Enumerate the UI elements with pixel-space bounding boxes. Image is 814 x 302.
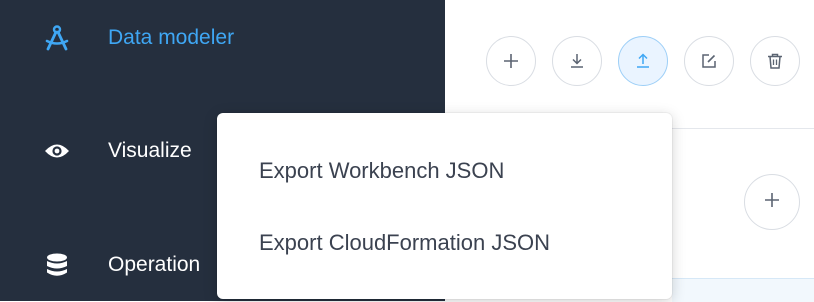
delete-button[interactable]	[750, 36, 800, 86]
menu-item-export-cloudformation-json[interactable]: Export CloudFormation JSON	[217, 215, 672, 271]
sidebar-item-data-modeler[interactable]: Data modeler	[0, 8, 445, 68]
menu-item-label: Export Workbench JSON	[259, 158, 505, 183]
toolbar	[445, 0, 814, 129]
export-button[interactable]	[618, 36, 668, 86]
sidebar-item-label: Data modeler	[108, 26, 235, 49]
import-button[interactable]	[552, 36, 602, 86]
sidebar-item-label: Visualize	[108, 139, 192, 162]
sidebar-item-label: Operation	[108, 253, 201, 276]
plus-icon	[763, 191, 781, 214]
plus-icon	[502, 52, 520, 70]
menu-item-export-workbench-json[interactable]: Export Workbench JSON	[217, 143, 672, 199]
database-icon	[44, 252, 70, 278]
compass-icon	[44, 25, 70, 51]
export-dropdown-menu: Export Workbench JSON Export CloudFormat…	[217, 113, 672, 299]
upload-icon	[634, 52, 652, 70]
add-button[interactable]	[486, 36, 536, 86]
edit-button[interactable]	[684, 36, 734, 86]
selected-row-highlight	[672, 278, 814, 302]
download-icon	[568, 52, 586, 70]
eye-icon	[44, 138, 70, 164]
edit-icon	[700, 52, 718, 70]
menu-item-label: Export CloudFormation JSON	[259, 230, 550, 255]
add-item-button[interactable]	[744, 174, 800, 230]
trash-icon	[766, 52, 784, 70]
